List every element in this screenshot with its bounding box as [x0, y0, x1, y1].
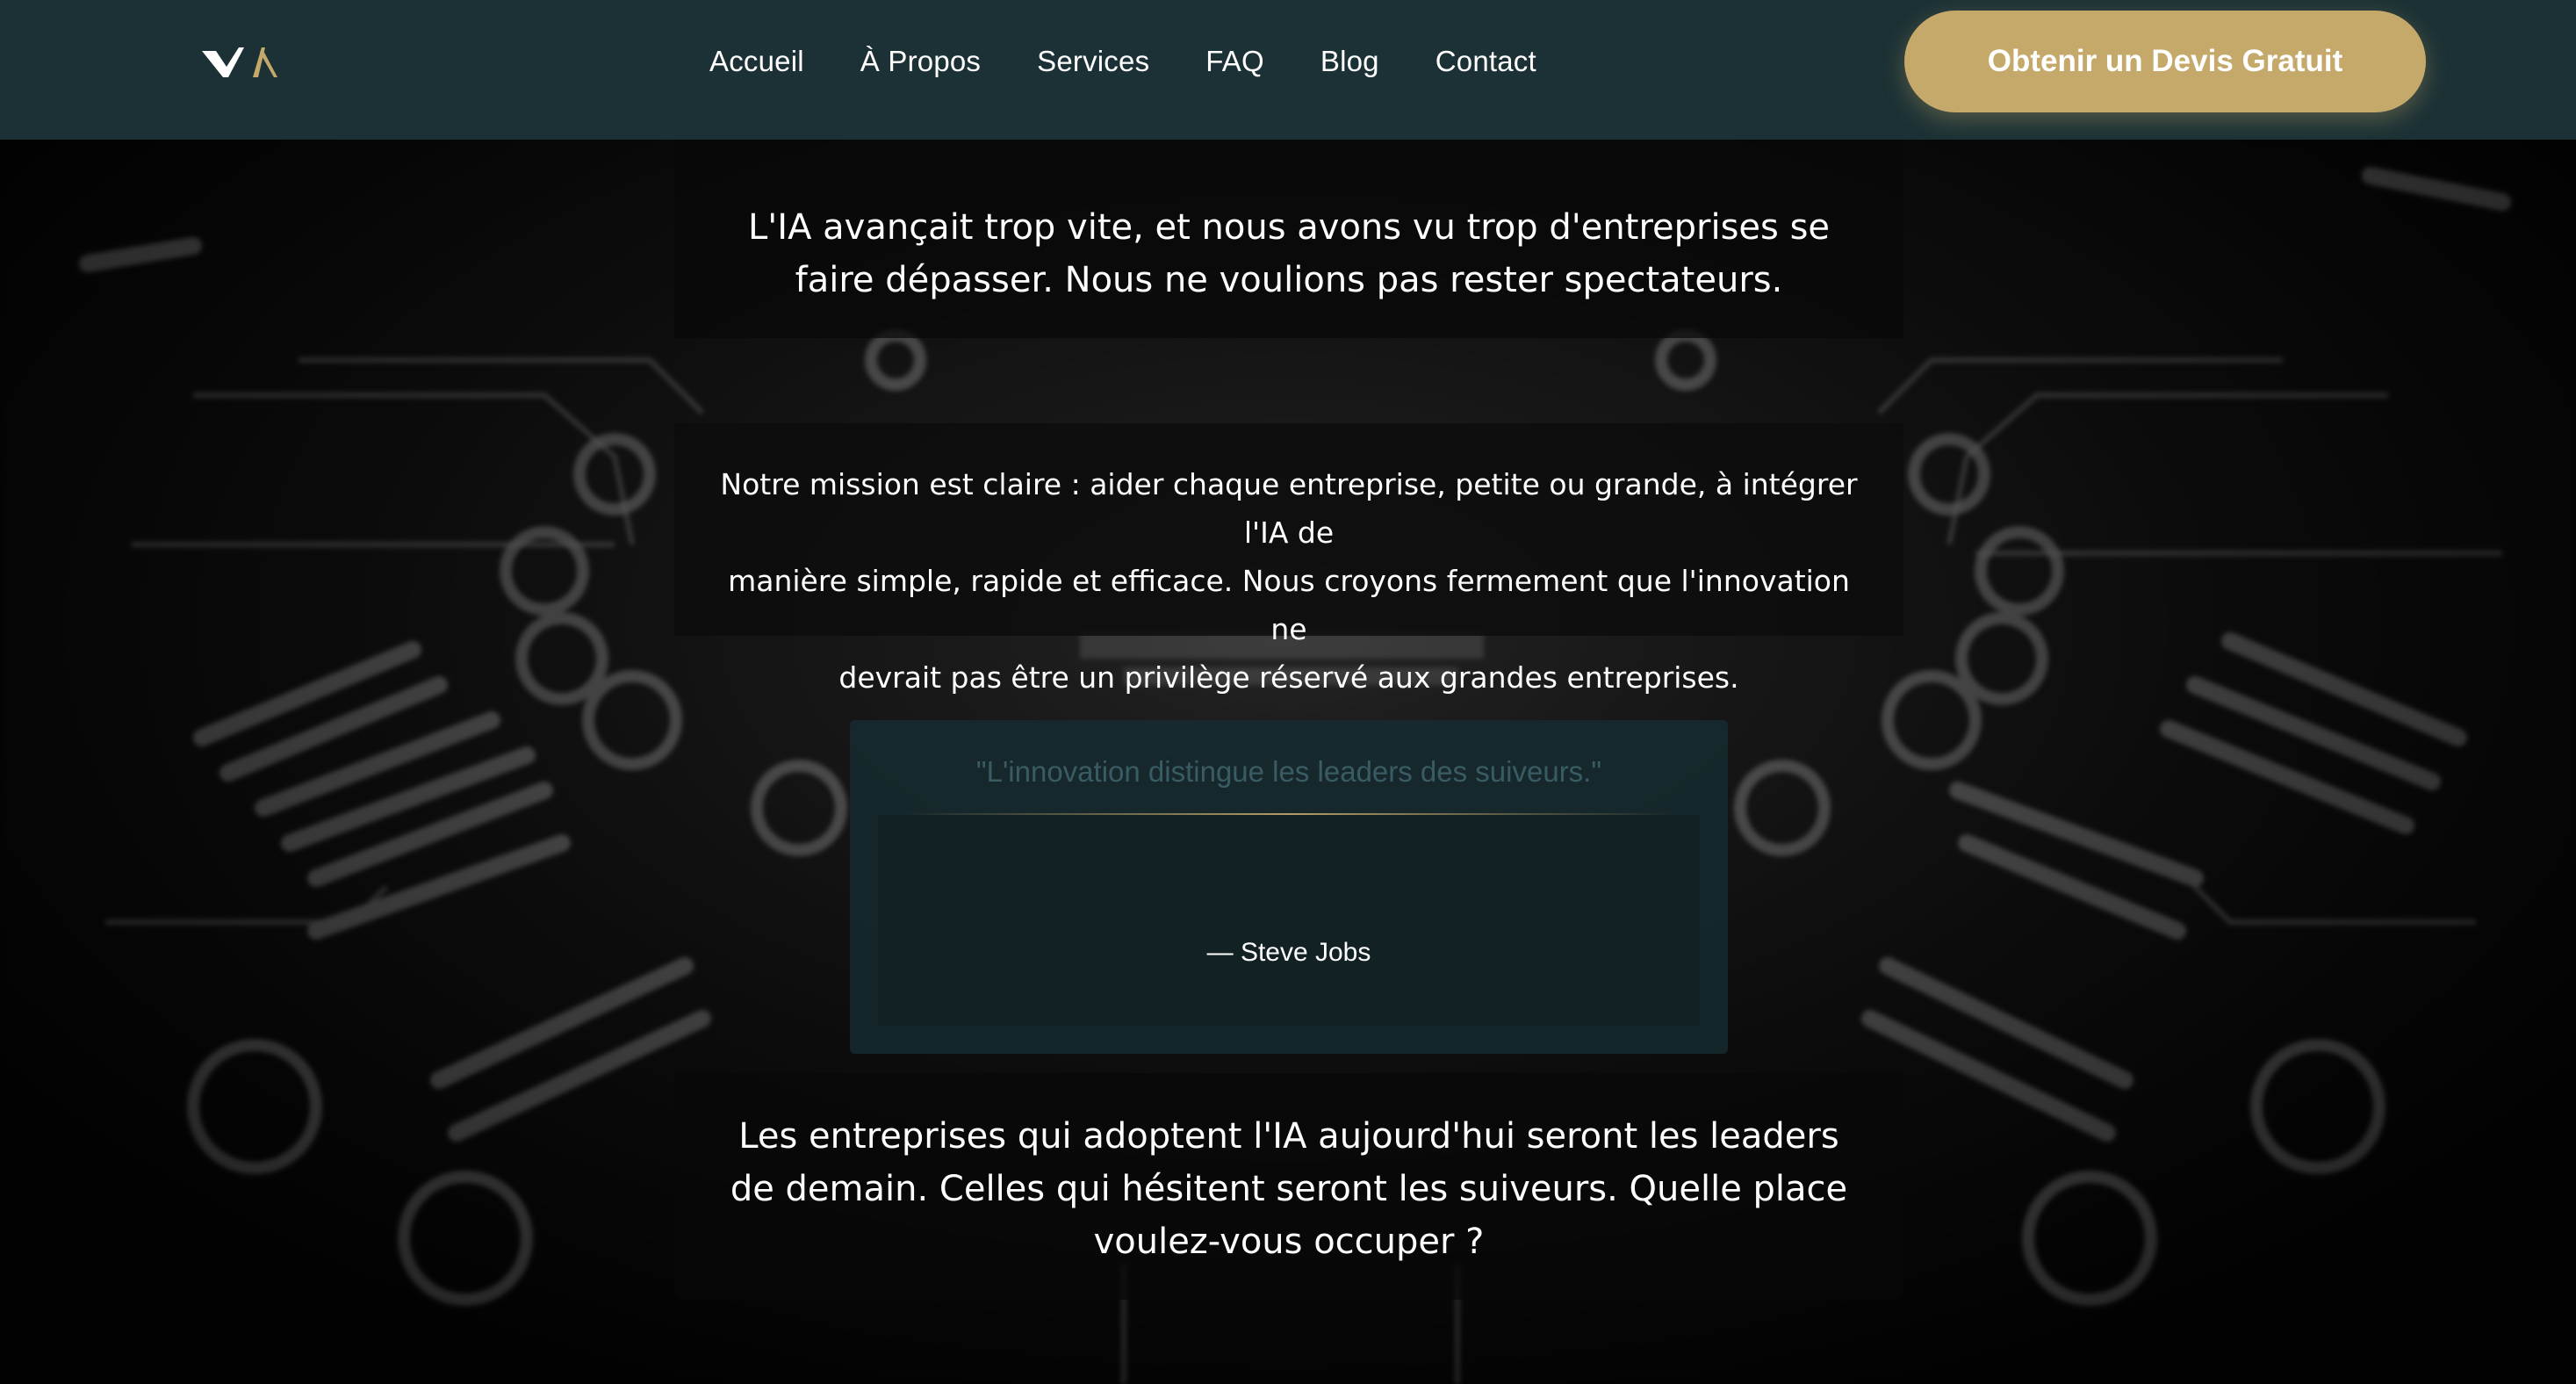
closing-card: Les entreprises qui adoptent l'IA aujour… — [674, 1073, 1903, 1300]
nav-link-a-propos[interactable]: À Propos — [860, 45, 981, 78]
brand-logo-icon[interactable] — [200, 42, 281, 83]
nav-link-contact[interactable]: Contact — [1436, 45, 1536, 78]
intro-text-line: faire dépasser. Nous ne voulions pas res… — [795, 260, 1783, 300]
mission-text-line: Notre mission est claire : aider chaque … — [720, 467, 1858, 550]
quote-author-panel: — Steve Jobs — [878, 815, 1700, 1026]
mission-text-line: devrait pas être un privilège réservé au… — [838, 660, 1739, 695]
main-nav: Accueil À Propos Services FAQ Blog Conta… — [709, 0, 1536, 123]
mission-card: Notre mission est claire : aider chaque … — [674, 423, 1903, 695]
closing-text-line: de demain. Celles qui hésitent seront le… — [730, 1169, 1848, 1209]
free-quote-button[interactable]: Obtenir un Devis Gratuit — [1904, 11, 2426, 112]
quote-block: "L'innovation distingue les leaders des … — [850, 720, 1728, 1054]
nav-link-services[interactable]: Services — [1037, 45, 1149, 78]
mission-text-line: manière simple, rapide et efficace. Nous… — [728, 564, 1850, 646]
navbar: Accueil À Propos Services FAQ Blog Conta… — [0, 0, 2576, 140]
closing-text-line: voulez-vous occuper ? — [1093, 1222, 1485, 1262]
closing-text-line: Les entreprises qui adoptent l'IA aujour… — [738, 1116, 1839, 1157]
nav-link-accueil[interactable]: Accueil — [709, 45, 804, 78]
page: Accueil À Propos Services FAQ Blog Conta… — [0, 0, 2576, 1384]
nav-link-faq[interactable]: FAQ — [1205, 45, 1264, 78]
nav-link-blog[interactable]: Blog — [1320, 45, 1379, 78]
quote-author: — Steve Jobs — [1206, 938, 1371, 967]
intro-text-line: L'IA avançait trop vite, et nous avons v… — [747, 207, 1831, 248]
intro-card: L'IA avançait trop vite, et nous avons v… — [674, 140, 1903, 338]
quote-text: "L'innovation distingue les leaders des … — [975, 755, 1602, 788]
